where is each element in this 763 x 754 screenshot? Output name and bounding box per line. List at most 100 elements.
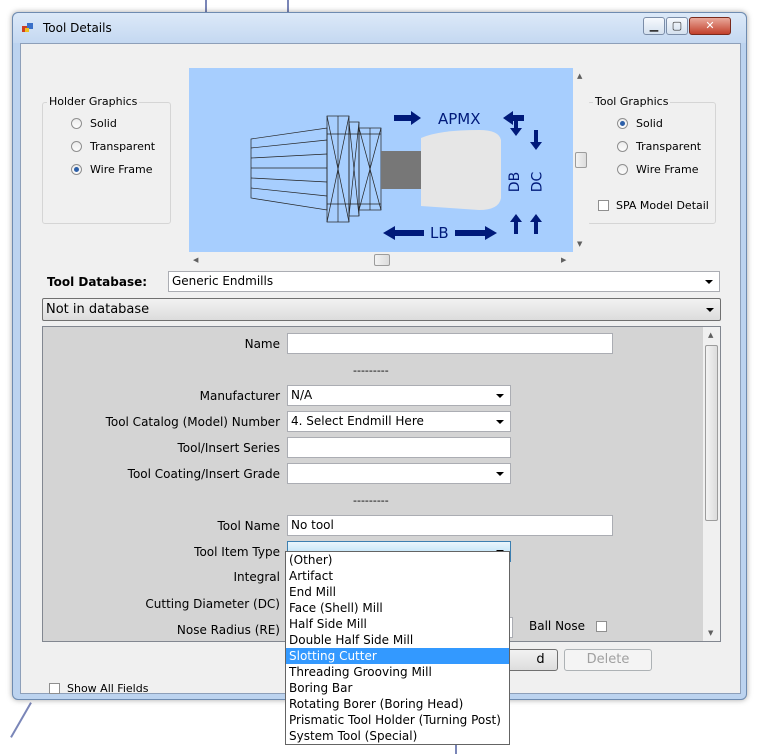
combo-value: N/A (291, 388, 313, 402)
dc-label: DC (529, 171, 546, 193)
maximize-icon: ▢ (671, 19, 683, 32)
scroll-left-icon[interactable]: ◀ (193, 256, 198, 264)
radio-label: Wire Frame (636, 163, 699, 176)
chevron-down-icon (496, 394, 504, 398)
tool-name-value: No tool (291, 518, 334, 532)
radio-label: Wire Frame (90, 163, 153, 176)
chevron-down-icon (706, 308, 714, 312)
checkbox-icon (49, 683, 60, 694)
radio-icon (71, 118, 82, 129)
tool-name-input[interactable]: No tool (287, 515, 613, 536)
name-input[interactable] (287, 333, 613, 354)
close-button[interactable]: ✕ (689, 17, 731, 35)
series-input[interactable] (287, 437, 511, 458)
dropdown-option[interactable]: (Other) (286, 552, 509, 568)
delete-button-label: Delete (586, 652, 630, 667)
graphic-horizontal-scrollbar[interactable]: ◀ ▶ (189, 252, 573, 268)
chevron-down-icon (705, 280, 713, 284)
dropdown-option[interactable]: End Mill (286, 584, 509, 600)
radio-icon (71, 141, 82, 152)
tool-database-label: Tool Database: (47, 275, 148, 289)
dropdown-option[interactable]: Artifact (286, 568, 509, 584)
dropdown-option[interactable]: Prismatic Tool Holder (Turning Post) (286, 712, 509, 728)
window-title: Tool Details (43, 21, 112, 35)
catalog-number-label: Tool Catalog (Model) Number (105, 415, 280, 429)
integral-label: Integral (233, 570, 280, 584)
minimize-icon: ▁ (649, 19, 659, 32)
checkbox-label: SPA Model Detail (616, 199, 709, 212)
separator-1: --------- (353, 364, 389, 377)
tool-graphics-title: Tool Graphics (593, 95, 671, 108)
db-label: DB (507, 171, 524, 193)
dropdown-option[interactable]: System Tool (Special) (286, 728, 509, 744)
title-bar[interactable]: Tool Details ▁ ▢ ✕ (13, 13, 746, 43)
coating-combo[interactable] (287, 463, 511, 484)
combo-value: Not in database (46, 302, 150, 317)
dropdown-option[interactable]: Double Half Side Mill (286, 632, 509, 648)
apmx-label: APMX (438, 110, 481, 128)
tool-graphic-view[interactable]: APMX DB DC LB (189, 68, 573, 252)
minimize-button[interactable]: ▁ (643, 17, 665, 35)
delete-button[interactable]: Delete (564, 649, 652, 671)
nose-radius-label: Nose Radius (RE) (176, 623, 280, 637)
radio-selected-icon (617, 118, 628, 129)
cutting-diameter-label: Cutting Diameter (DC) (145, 597, 280, 611)
show-all-fields-checkbox[interactable]: Show All Fields (49, 682, 148, 695)
radio-label: Solid (636, 117, 663, 130)
dropdown-option[interactable]: Threading Grooving Mill (286, 664, 509, 680)
dropdown-option[interactable]: Boring Bar (286, 680, 509, 696)
manufacturer-combo[interactable]: N/A (287, 385, 511, 406)
graphic-vertical-scrollbar[interactable]: ▲ ▼ (573, 68, 589, 252)
tool-solid-radio[interactable]: Solid (617, 117, 663, 130)
holder-graphics-title: Holder Graphics (47, 95, 140, 108)
radio-label: Solid (90, 117, 117, 130)
scroll-right-icon[interactable]: ▶ (561, 256, 566, 264)
radio-icon (617, 141, 628, 152)
scroll-thumb[interactable] (575, 152, 587, 168)
coating-label: Tool Coating/Insert Grade (127, 467, 280, 481)
scroll-thumb[interactable] (705, 345, 718, 521)
radio-icon (617, 164, 628, 175)
scroll-thumb[interactable] (374, 254, 390, 266)
radio-label: Transparent (636, 140, 702, 153)
tool-database-combo[interactable]: Generic Endmills (168, 271, 720, 292)
scroll-down-icon[interactable]: ▼ (708, 629, 713, 637)
tool-wireframe-radio[interactable]: Wire Frame (617, 163, 699, 176)
close-icon: ✕ (705, 19, 715, 32)
scroll-up-icon[interactable]: ▲ (577, 72, 582, 80)
dropdown-option[interactable]: Face (Shell) Mill (286, 600, 509, 616)
name-label: Name (244, 337, 280, 351)
database-status-combo[interactable]: Not in database (42, 298, 721, 321)
scroll-up-icon[interactable]: ▲ (708, 331, 713, 339)
scroll-down-icon[interactable]: ▼ (577, 240, 582, 248)
radio-label: Transparent (90, 140, 156, 153)
tool-wireframe-drawing (250, 111, 542, 240)
ball-nose-label: Ball Nose (529, 619, 586, 633)
ball-nose-checkbox[interactable] (596, 621, 607, 632)
combo-value: 4. Select Endmill Here (291, 414, 424, 428)
spa-model-detail-checkbox[interactable]: SPA Model Detail (598, 199, 709, 212)
holder-wireframe-radio[interactable]: Wire Frame (71, 163, 153, 176)
catalog-number-combo[interactable]: 4. Select Endmill Here (287, 411, 511, 432)
checkbox-label: Show All Fields (67, 682, 149, 695)
holder-transparent-radio[interactable]: Transparent (71, 140, 155, 153)
combo-value: Generic Endmills (172, 274, 274, 288)
dropdown-option[interactable]: Half Side Mill (286, 616, 509, 632)
item-type-label: Tool Item Type (194, 545, 280, 559)
dropdown-option[interactable]: Rotating Borer (Boring Head) (286, 696, 509, 712)
tool-transparent-radio[interactable]: Transparent (617, 140, 701, 153)
chevron-down-icon (496, 420, 504, 424)
app-icon (22, 23, 33, 32)
separator-2: --------- (353, 494, 389, 507)
holder-solid-radio[interactable]: Solid (71, 117, 117, 130)
lb-label: LB (430, 224, 449, 242)
chevron-down-icon (496, 472, 504, 476)
item-type-dropdown-list[interactable]: (Other) Artifact End Mill Face (Shell) M… (285, 551, 510, 745)
series-label: Tool/Insert Series (177, 441, 281, 455)
radio-selected-icon (71, 164, 82, 175)
tool-name-label: Tool Name (217, 519, 280, 533)
dropdown-option-highlighted[interactable]: Slotting Cutter (286, 648, 509, 664)
manufacturer-label: Manufacturer (199, 389, 280, 403)
panel-vertical-scrollbar[interactable]: ▲ ▼ (703, 327, 720, 641)
maximize-button[interactable]: ▢ (666, 17, 688, 35)
